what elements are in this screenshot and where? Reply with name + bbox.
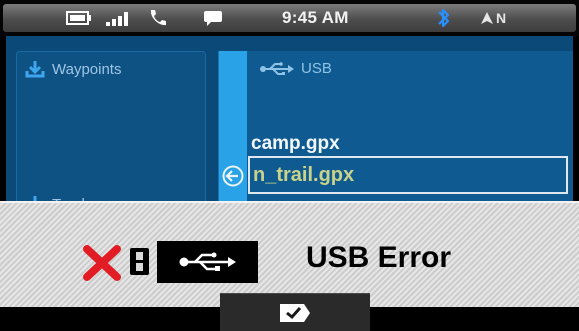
file-item[interactable]: camp.gpx [251, 133, 340, 155]
folder-name: USB [301, 60, 332, 77]
error-message: USB Error [306, 241, 452, 274]
category-panel: Waypoints Tracks [16, 51, 206, 206]
download-icon [25, 61, 45, 78]
folder-header: USB [259, 60, 332, 77]
phone-icon [147, 4, 167, 32]
usb-icon [260, 61, 294, 75]
battery-icon [66, 4, 92, 32]
compass-heading: N [480, 4, 506, 32]
main-screen: Waypoints Tracks USB camp.g [6, 36, 573, 206]
file-item-selected[interactable]: n_trail.gpx [248, 156, 568, 194]
error-dialog: USB Error [0, 201, 579, 307]
usb-icon [157, 241, 258, 283]
message-icon [203, 4, 223, 32]
confirm-button[interactable] [220, 293, 370, 331]
bluetooth-icon [437, 4, 451, 32]
sidebar-item-label: Waypoints [52, 60, 122, 78]
signal-icon [106, 4, 132, 32]
file-browser: USB camp.gpx n_trail.gpx [218, 51, 573, 206]
sidebar-item-waypoints[interactable]: Waypoints [25, 60, 121, 78]
fault-icon [130, 248, 149, 275]
back-arrow-icon[interactable] [222, 165, 244, 192]
status-bar: 9:45 AM N [0, 0, 579, 36]
clock-time: 9:45 AM [282, 8, 349, 27]
compass-letter: N [496, 10, 507, 26]
checkmark-icon [280, 303, 310, 322]
compass-arrow-icon [481, 12, 493, 24]
error-x-icon [82, 245, 122, 286]
